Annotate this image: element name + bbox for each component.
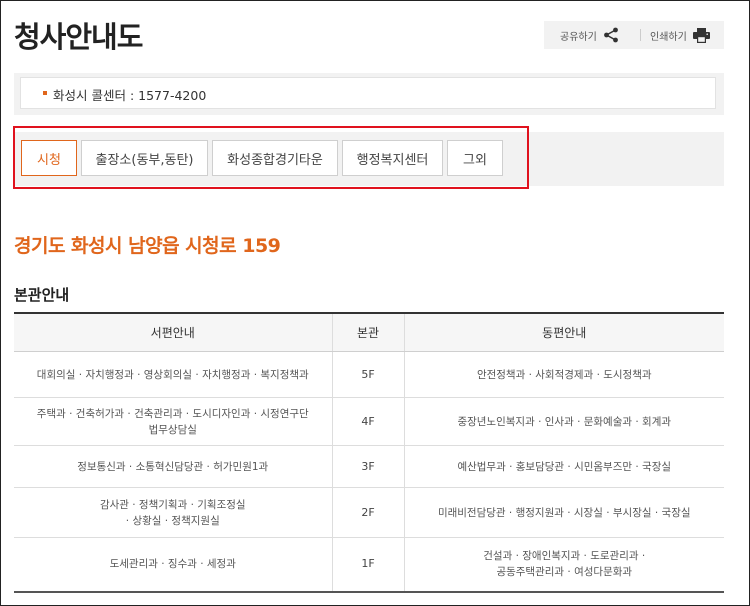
share-toolbar: 공유하기 인쇄하기 — [544, 21, 724, 49]
header-west: 서편안내 — [14, 313, 332, 352]
call-center-box: 화성시 콜센터 : 1577-4200 — [14, 73, 724, 115]
call-center-inner: 화성시 콜센터 : 1577-4200 — [20, 77, 716, 109]
west-cell: 대회의실 · 자치행정과 · 영상회의실 · 자치행정과 · 복지정책과 — [14, 351, 332, 398]
tab-highlight-box — [13, 126, 529, 189]
table-row: 감사관 · 정책기획과 · 기획조정실 · 상황실 · 정책지원실 2F 미래비전… — [14, 487, 724, 538]
west-cell: 도세관리과 · 징수과 · 세정과 — [14, 537, 332, 593]
call-center-text: 화성시 콜센터 : 1577-4200 — [53, 88, 207, 103]
east-cell: 안전정책과 · 사회적경제과 · 도시정책과 — [404, 351, 724, 398]
header-east: 동편안내 — [404, 313, 724, 352]
west-cell: 감사관 · 정책기획과 · 기획조정실 · 상황실 · 정책지원실 — [14, 487, 332, 538]
section-title: 본관안내 — [14, 286, 70, 304]
floor-cell: 5F — [331, 351, 405, 398]
toolbar-divider — [640, 29, 641, 41]
floor-cell: 2F — [331, 487, 405, 538]
east-cell: 중장년노인복지과 · 인사과 · 문화예술과 · 회계과 — [404, 397, 724, 446]
share-icon — [603, 27, 619, 43]
floor-cell: 3F — [331, 445, 405, 488]
west-cell: 정보통신과 · 소통혁신담당관 · 허가민원1과 — [14, 445, 332, 488]
floor-directory-table: 서편안내 본관 동편안내 대회의실 · 자치행정과 · 영상회의실 · 자치행정… — [14, 312, 724, 593]
share-label: 공유하기 — [560, 31, 597, 43]
printer-icon — [692, 27, 710, 43]
table-row: 주택과 · 건축허가과 · 건축관리과 · 도시디자인과 · 시정연구단 법무상담… — [14, 397, 724, 446]
east-cell: 건설과 · 장애인복지과 · 도로관리과 · 공동주택관리과 · 여성다문화과 — [404, 537, 724, 593]
page-title: 청사안내도 — [14, 20, 143, 54]
address: 경기도 화성시 남양읍 시청로 159 — [14, 235, 281, 257]
east-cell: 미래비전담당관 · 행정지원과 · 시장실 · 부시장실 · 국장실 — [404, 487, 724, 538]
header-main-building: 본관 — [331, 313, 405, 352]
table-row: 대회의실 · 자치행정과 · 영상회의실 · 자치행정과 · 복지정책과 5F … — [14, 351, 724, 398]
floor-cell: 1F — [331, 537, 405, 593]
west-cell: 주택과 · 건축허가과 · 건축관리과 · 도시디자인과 · 시정연구단 법무상담… — [14, 397, 332, 446]
bullet-icon — [43, 91, 47, 95]
east-cell: 예산법무과 · 홍보담당관 · 시민옴부즈만 · 국장실 — [404, 445, 724, 488]
share-button[interactable]: 공유하기 — [560, 21, 619, 49]
table-header-row: 서편안내 본관 동편안내 — [14, 313, 724, 352]
print-label: 인쇄하기 — [650, 31, 687, 43]
table-row: 정보통신과 · 소통혁신담당관 · 허가민원1과 3F 예산법무과 · 홍보담당… — [14, 445, 724, 488]
floor-cell: 4F — [331, 397, 405, 446]
print-button[interactable]: 인쇄하기 — [650, 21, 710, 49]
table-row: 도세관리과 · 징수과 · 세정과 1F 건설과 · 장애인복지과 · 도로관리… — [14, 537, 724, 593]
